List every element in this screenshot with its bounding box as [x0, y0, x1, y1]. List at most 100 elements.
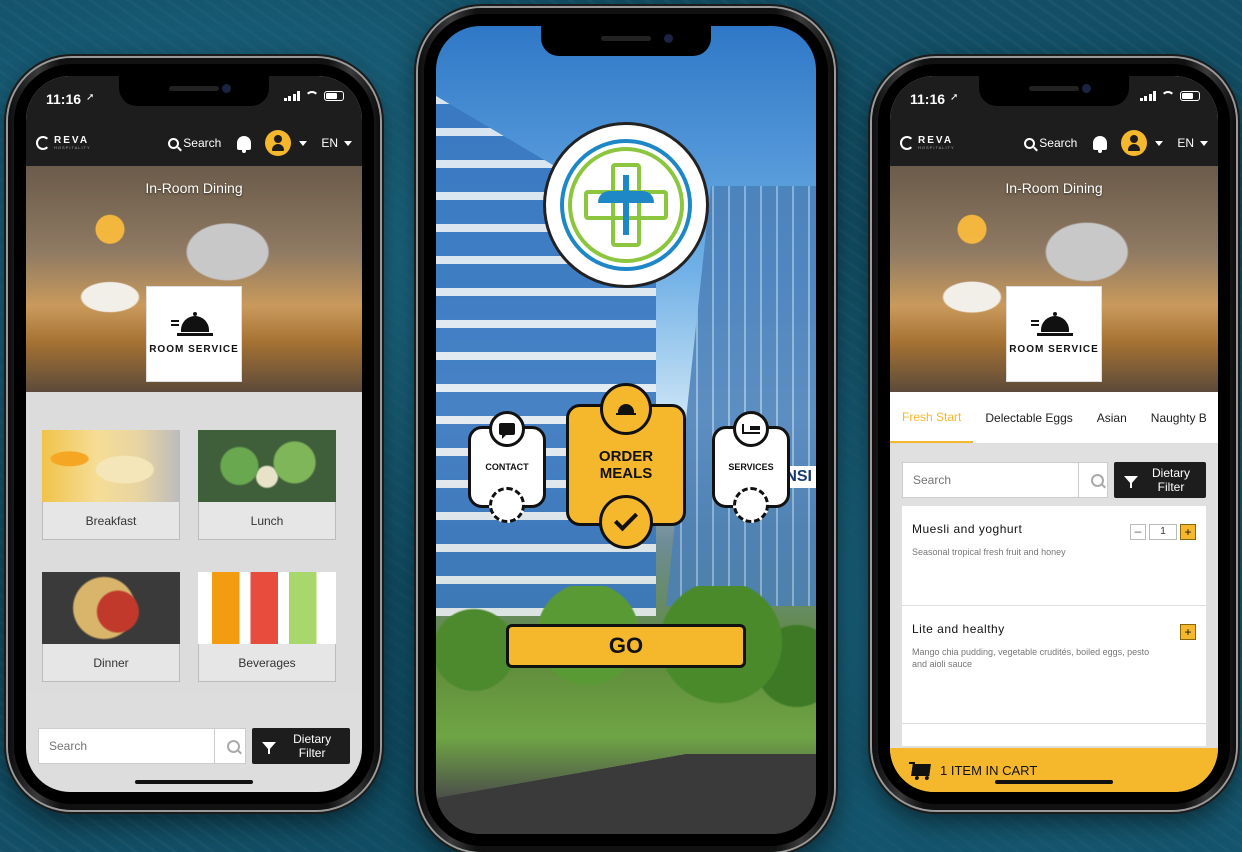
category-label: Dinner — [42, 644, 180, 682]
speaker — [169, 86, 219, 91]
status-icons — [1139, 91, 1200, 101]
road-image — [436, 754, 816, 834]
nav-search-label: Search — [183, 136, 222, 150]
item-description: Seasonal tropical fresh fruit and honey — [912, 547, 1066, 557]
category-dinner[interactable]: Dinner — [42, 572, 180, 692]
speaker — [601, 36, 651, 41]
category-beverages[interactable]: Beverages — [198, 572, 336, 692]
services-label: SERVICES — [728, 462, 774, 472]
phone-left: 11:16 ➚ REVA HOSPITALITY Search EN In-Ro… — [8, 58, 380, 810]
category-breakfast[interactable]: Breakfast — [42, 430, 180, 550]
search-button[interactable] — [1079, 462, 1108, 498]
camera — [664, 34, 673, 43]
checkmark-icon-badge — [599, 495, 653, 549]
category-lunch[interactable]: Lunch — [198, 430, 336, 550]
notch — [541, 26, 711, 56]
cart-bar[interactable]: 1 ITEM IN CART — [890, 748, 1218, 792]
nav-search-button[interactable]: Search — [168, 136, 221, 150]
order-label-line2: MEALS — [599, 465, 653, 482]
room-service-label: ROOM SERVICE — [149, 343, 239, 355]
bed-icon — [742, 424, 760, 434]
search-input[interactable] — [38, 728, 215, 764]
logo-ring-icon — [900, 136, 914, 150]
contact-button[interactable]: CONTACT — [468, 411, 546, 523]
screen-middle: NSI CONTACT ORDER MEALS SERVICES GO — [436, 26, 816, 834]
services-button[interactable]: SERVICES — [712, 411, 790, 523]
logo-inner-ring — [568, 147, 684, 263]
dietary-filter-button[interactable]: Dietary Filter — [1114, 462, 1206, 498]
quantity-stepper: + — [1180, 624, 1196, 640]
checkmark-icon — [613, 507, 639, 532]
search-button[interactable] — [215, 728, 247, 764]
hero-title: In-Room Dining — [145, 180, 243, 196]
notch — [979, 76, 1129, 106]
category-tabs: Fresh Start Delectable Eggs Asian Naught… — [890, 392, 1218, 444]
nav-bar: REVA HOSPITALITY Search EN — [26, 120, 362, 166]
dietary-filter-button[interactable]: Dietary Filter — [252, 728, 350, 764]
bell-icon[interactable] — [237, 136, 252, 153]
nav-bar: REVA HOSPITALITY Search EN — [890, 120, 1218, 166]
tab-delectable-eggs[interactable]: Delectable Eggs — [973, 393, 1084, 442]
avatar[interactable] — [265, 130, 292, 156]
phone-right-bezel: 11:16 ➚ REVA HOSPITALITY Search EN In-Ro… — [878, 64, 1230, 804]
language-selector[interactable]: EN — [1177, 136, 1208, 150]
decrement-button[interactable]: – — [1130, 524, 1146, 540]
tab-asian[interactable]: Asian — [1085, 393, 1139, 442]
logo-text: REVA HOSPITALITY — [54, 136, 91, 150]
dinner-image — [42, 572, 180, 644]
phone-left-bezel: 11:16 ➚ REVA HOSPITALITY Search EN In-Ro… — [14, 64, 374, 804]
nav-search-label: Search — [1039, 136, 1078, 150]
room-service-card[interactable]: ROOM SERVICE — [146, 286, 242, 382]
filter-icon — [1124, 476, 1138, 488]
list-item[interactable]: Lite and healthy Mango chia pudding, veg… — [902, 606, 1206, 724]
cloche-icon — [1031, 311, 1073, 336]
camera — [1082, 84, 1091, 93]
cart-label: 1 ITEM IN CART — [940, 762, 1038, 778]
nav-search-button[interactable]: Search — [1024, 136, 1077, 150]
signal-icon — [1139, 91, 1156, 101]
bed-icon-badge — [733, 411, 769, 447]
medical-logo — [543, 122, 709, 288]
avatar[interactable] — [1121, 130, 1148, 156]
list-item[interactable]: Muesli and yoghurt Seasonal tropical fre… — [902, 506, 1206, 606]
quantity-value[interactable]: 1 — [1149, 524, 1177, 540]
category-label: Lunch — [198, 502, 336, 540]
chevron-down-icon — [344, 140, 352, 146]
phone-middle-bezel: NSI CONTACT ORDER MEALS SERVICES GO — [424, 14, 828, 846]
language-selector[interactable]: EN — [321, 136, 352, 150]
filter-icon — [262, 742, 277, 754]
status-time: 11:16 — [46, 91, 82, 107]
search-input[interactable] — [902, 462, 1079, 498]
category-label: Beverages — [198, 644, 336, 682]
logo-text: REVA HOSPITALITY — [918, 136, 955, 150]
brand-logo[interactable]: REVA HOSPITALITY — [900, 136, 955, 150]
signal-icon — [283, 91, 300, 101]
wifi-icon — [1161, 91, 1175, 101]
cart-icon — [911, 764, 931, 776]
wifi-icon — [305, 91, 319, 101]
dietary-filter-label: Dietary Filter — [293, 732, 332, 760]
room-service-card[interactable]: ROOM SERVICE — [1006, 286, 1102, 382]
order-meals-button[interactable]: ORDER MEALS — [566, 383, 686, 549]
lunch-image — [198, 430, 336, 502]
add-button[interactable]: + — [1180, 624, 1196, 640]
tab-naughty[interactable]: Naughty B — [1139, 393, 1218, 442]
increment-button[interactable]: + — [1180, 524, 1196, 540]
wings-icon — [598, 191, 654, 203]
brand-logo[interactable]: REVA HOSPITALITY — [36, 136, 91, 150]
brand-sub: HOSPITALITY — [918, 145, 955, 150]
dashed-circle-icon — [733, 487, 769, 523]
chevron-down-icon[interactable] — [299, 140, 308, 146]
status-icons — [283, 91, 344, 101]
tab-fresh-start[interactable]: Fresh Start — [890, 392, 974, 443]
chevron-down-icon[interactable] — [1155, 140, 1164, 146]
search-icon — [168, 137, 180, 149]
phone-right: 11:16 ➚ REVA HOSPITALITY Search EN In-Ro… — [872, 58, 1236, 810]
bell-icon[interactable] — [1093, 136, 1108, 153]
screen-right: 11:16 ➚ REVA HOSPITALITY Search EN In-Ro… — [890, 76, 1218, 792]
item-description: Mango chia pudding, vegetable crudités, … — [912, 647, 1150, 669]
language-label: EN — [1177, 136, 1194, 150]
dietary-filter-label: Dietary Filter — [1151, 466, 1190, 494]
go-button[interactable]: GO — [506, 624, 746, 668]
dashed-circle-icon — [489, 487, 525, 523]
